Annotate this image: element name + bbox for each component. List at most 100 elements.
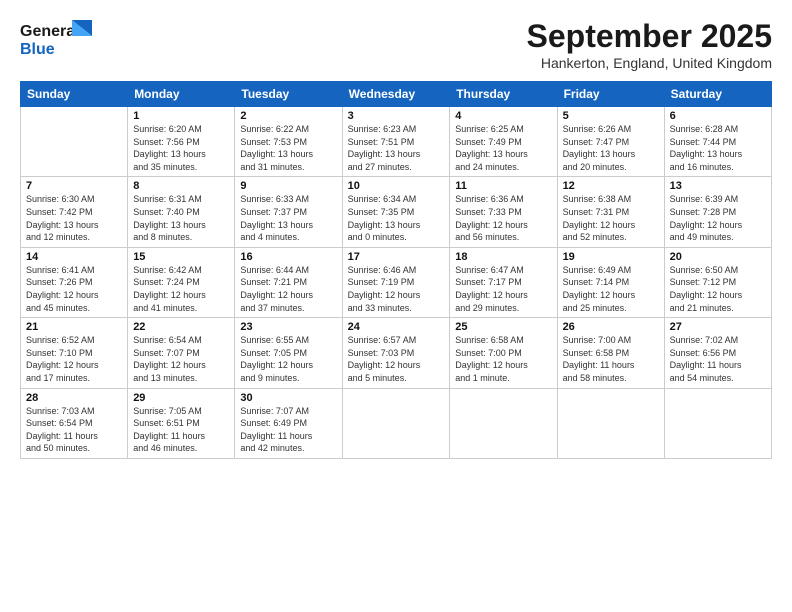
cell-info: Sunrise: 6:36 AM Sunset: 7:33 PM Dayligh… bbox=[455, 193, 551, 243]
day-number: 8 bbox=[133, 180, 229, 192]
day-number: 17 bbox=[348, 251, 445, 263]
table-row: 17Sunrise: 6:46 AM Sunset: 7:19 PM Dayli… bbox=[342, 247, 450, 317]
table-row bbox=[664, 388, 771, 458]
day-number: 23 bbox=[240, 321, 336, 333]
cell-info: Sunrise: 6:20 AM Sunset: 7:56 PM Dayligh… bbox=[133, 123, 229, 173]
cell-info: Sunrise: 6:46 AM Sunset: 7:19 PM Dayligh… bbox=[348, 264, 445, 314]
day-number: 22 bbox=[133, 321, 229, 333]
day-number: 16 bbox=[240, 251, 336, 263]
day-number: 10 bbox=[348, 180, 445, 192]
day-number: 11 bbox=[455, 180, 551, 192]
day-number: 3 bbox=[348, 110, 445, 122]
table-row: 21Sunrise: 6:52 AM Sunset: 7:10 PM Dayli… bbox=[21, 318, 128, 388]
table-row: 2Sunrise: 6:22 AM Sunset: 7:53 PM Daylig… bbox=[235, 107, 342, 177]
day-number: 30 bbox=[240, 392, 336, 404]
table-row bbox=[557, 388, 664, 458]
table-row: 3Sunrise: 6:23 AM Sunset: 7:51 PM Daylig… bbox=[342, 107, 450, 177]
month-title: September 2025 bbox=[527, 18, 772, 55]
calendar-week-row: 28Sunrise: 7:03 AM Sunset: 6:54 PM Dayli… bbox=[21, 388, 772, 458]
svg-text:Blue: Blue bbox=[20, 41, 55, 58]
day-number: 25 bbox=[455, 321, 551, 333]
calendar-table: Sunday Monday Tuesday Wednesday Thursday… bbox=[20, 81, 772, 459]
cell-info: Sunrise: 6:52 AM Sunset: 7:10 PM Dayligh… bbox=[26, 334, 122, 384]
cell-info: Sunrise: 7:05 AM Sunset: 6:51 PM Dayligh… bbox=[133, 405, 229, 455]
day-number: 14 bbox=[26, 251, 122, 263]
table-row: 6Sunrise: 6:28 AM Sunset: 7:44 PM Daylig… bbox=[664, 107, 771, 177]
cell-info: Sunrise: 6:25 AM Sunset: 7:49 PM Dayligh… bbox=[455, 123, 551, 173]
table-row: 12Sunrise: 6:38 AM Sunset: 7:31 PM Dayli… bbox=[557, 177, 664, 247]
day-number: 2 bbox=[240, 110, 336, 122]
day-number: 21 bbox=[26, 321, 122, 333]
day-number: 18 bbox=[455, 251, 551, 263]
cell-info: Sunrise: 6:26 AM Sunset: 7:47 PM Dayligh… bbox=[563, 123, 659, 173]
table-row bbox=[21, 107, 128, 177]
table-row: 23Sunrise: 6:55 AM Sunset: 7:05 PM Dayli… bbox=[235, 318, 342, 388]
cell-info: Sunrise: 6:49 AM Sunset: 7:14 PM Dayligh… bbox=[563, 264, 659, 314]
table-row bbox=[342, 388, 450, 458]
day-number: 24 bbox=[348, 321, 445, 333]
table-row bbox=[450, 388, 557, 458]
table-row: 29Sunrise: 7:05 AM Sunset: 6:51 PM Dayli… bbox=[128, 388, 235, 458]
table-row: 1Sunrise: 6:20 AM Sunset: 7:56 PM Daylig… bbox=[128, 107, 235, 177]
cell-info: Sunrise: 6:34 AM Sunset: 7:35 PM Dayligh… bbox=[348, 193, 445, 243]
day-number: 13 bbox=[670, 180, 766, 192]
day-number: 27 bbox=[670, 321, 766, 333]
table-row: 22Sunrise: 6:54 AM Sunset: 7:07 PM Dayli… bbox=[128, 318, 235, 388]
table-row: 9Sunrise: 6:33 AM Sunset: 7:37 PM Daylig… bbox=[235, 177, 342, 247]
cell-info: Sunrise: 6:54 AM Sunset: 7:07 PM Dayligh… bbox=[133, 334, 229, 384]
cell-info: Sunrise: 7:07 AM Sunset: 6:49 PM Dayligh… bbox=[240, 405, 336, 455]
table-row: 14Sunrise: 6:41 AM Sunset: 7:26 PM Dayli… bbox=[21, 247, 128, 317]
cell-info: Sunrise: 6:22 AM Sunset: 7:53 PM Dayligh… bbox=[240, 123, 336, 173]
header: General Blue September 2025 Hankerton, E… bbox=[20, 18, 772, 71]
cell-info: Sunrise: 6:39 AM Sunset: 7:28 PM Dayligh… bbox=[670, 193, 766, 243]
cell-info: Sunrise: 6:42 AM Sunset: 7:24 PM Dayligh… bbox=[133, 264, 229, 314]
table-row: 7Sunrise: 6:30 AM Sunset: 7:42 PM Daylig… bbox=[21, 177, 128, 247]
title-section: September 2025 Hankerton, England, Unite… bbox=[527, 18, 772, 71]
day-number: 28 bbox=[26, 392, 122, 404]
col-saturday: Saturday bbox=[664, 82, 771, 107]
cell-info: Sunrise: 6:57 AM Sunset: 7:03 PM Dayligh… bbox=[348, 334, 445, 384]
cell-info: Sunrise: 7:03 AM Sunset: 6:54 PM Dayligh… bbox=[26, 405, 122, 455]
logo: General Blue bbox=[20, 18, 80, 62]
table-row: 26Sunrise: 7:00 AM Sunset: 6:58 PM Dayli… bbox=[557, 318, 664, 388]
table-row: 19Sunrise: 6:49 AM Sunset: 7:14 PM Dayli… bbox=[557, 247, 664, 317]
day-number: 1 bbox=[133, 110, 229, 122]
day-number: 6 bbox=[670, 110, 766, 122]
col-friday: Friday bbox=[557, 82, 664, 107]
table-row: 15Sunrise: 6:42 AM Sunset: 7:24 PM Dayli… bbox=[128, 247, 235, 317]
day-number: 12 bbox=[563, 180, 659, 192]
table-row: 27Sunrise: 7:02 AM Sunset: 6:56 PM Dayli… bbox=[664, 318, 771, 388]
col-thursday: Thursday bbox=[450, 82, 557, 107]
day-number: 15 bbox=[133, 251, 229, 263]
cell-info: Sunrise: 6:31 AM Sunset: 7:40 PM Dayligh… bbox=[133, 193, 229, 243]
cell-info: Sunrise: 6:33 AM Sunset: 7:37 PM Dayligh… bbox=[240, 193, 336, 243]
calendar-week-row: 7Sunrise: 6:30 AM Sunset: 7:42 PM Daylig… bbox=[21, 177, 772, 247]
table-row: 25Sunrise: 6:58 AM Sunset: 7:00 PM Dayli… bbox=[450, 318, 557, 388]
table-row: 10Sunrise: 6:34 AM Sunset: 7:35 PM Dayli… bbox=[342, 177, 450, 247]
cell-info: Sunrise: 6:50 AM Sunset: 7:12 PM Dayligh… bbox=[670, 264, 766, 314]
day-number: 19 bbox=[563, 251, 659, 263]
table-row: 24Sunrise: 6:57 AM Sunset: 7:03 PM Dayli… bbox=[342, 318, 450, 388]
day-number: 9 bbox=[240, 180, 336, 192]
col-wednesday: Wednesday bbox=[342, 82, 450, 107]
table-row: 11Sunrise: 6:36 AM Sunset: 7:33 PM Dayli… bbox=[450, 177, 557, 247]
cell-info: Sunrise: 7:02 AM Sunset: 6:56 PM Dayligh… bbox=[670, 334, 766, 384]
page: General Blue September 2025 Hankerton, E… bbox=[0, 0, 792, 612]
day-number: 26 bbox=[563, 321, 659, 333]
cell-info: Sunrise: 6:23 AM Sunset: 7:51 PM Dayligh… bbox=[348, 123, 445, 173]
table-row: 13Sunrise: 6:39 AM Sunset: 7:28 PM Dayli… bbox=[664, 177, 771, 247]
table-row: 30Sunrise: 7:07 AM Sunset: 6:49 PM Dayli… bbox=[235, 388, 342, 458]
table-row: 28Sunrise: 7:03 AM Sunset: 6:54 PM Dayli… bbox=[21, 388, 128, 458]
col-monday: Monday bbox=[128, 82, 235, 107]
day-number: 5 bbox=[563, 110, 659, 122]
col-sunday: Sunday bbox=[21, 82, 128, 107]
day-number: 7 bbox=[26, 180, 122, 192]
cell-info: Sunrise: 6:30 AM Sunset: 7:42 PM Dayligh… bbox=[26, 193, 122, 243]
table-row: 18Sunrise: 6:47 AM Sunset: 7:17 PM Dayli… bbox=[450, 247, 557, 317]
cell-info: Sunrise: 6:38 AM Sunset: 7:31 PM Dayligh… bbox=[563, 193, 659, 243]
cell-info: Sunrise: 7:00 AM Sunset: 6:58 PM Dayligh… bbox=[563, 334, 659, 384]
cell-info: Sunrise: 6:44 AM Sunset: 7:21 PM Dayligh… bbox=[240, 264, 336, 314]
table-row: 16Sunrise: 6:44 AM Sunset: 7:21 PM Dayli… bbox=[235, 247, 342, 317]
table-row: 4Sunrise: 6:25 AM Sunset: 7:49 PM Daylig… bbox=[450, 107, 557, 177]
cell-info: Sunrise: 6:28 AM Sunset: 7:44 PM Dayligh… bbox=[670, 123, 766, 173]
